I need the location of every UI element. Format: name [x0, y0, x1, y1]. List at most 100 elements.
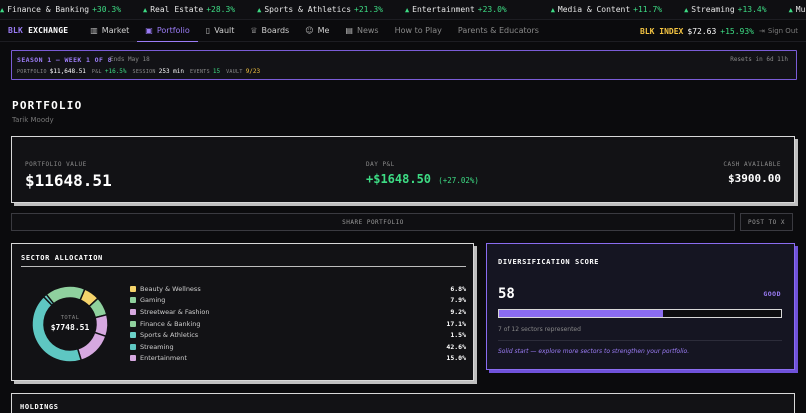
legend-label: Finance & Banking: [140, 319, 201, 328]
post-to-x-button[interactable]: POST TO X: [740, 213, 793, 231]
diversification-progress-fill: [499, 310, 663, 317]
ticker-name: Finance & Banking: [7, 5, 90, 14]
nav-how-to-play[interactable]: How to Play: [387, 20, 450, 42]
legend-swatch: [130, 285, 136, 292]
stat-pl-value: +16.5%: [104, 68, 127, 75]
legend-label: Streaming: [140, 342, 174, 351]
blk-index: BLK INDEX $72.63 +15.93%: [640, 20, 754, 42]
donut-slice-finance-banking[interactable]: [45, 285, 86, 305]
portfolio-value-block: PORTFOLIO VALUE $11648.51: [25, 161, 112, 190]
season-banner: SEASON 1 — WEEK 1 OF 8 Ends May 18 Reset…: [11, 50, 797, 80]
holdings-title: HOLDINGS: [20, 403, 59, 411]
up-arrow-icon: ▲: [550, 5, 555, 14]
portfolio-value-label: PORTFOLIO VALUE: [25, 161, 87, 168]
trophy-icon: ♕: [250, 26, 258, 35]
legend-swatch: [130, 343, 136, 350]
legend-percent: 42.6%: [446, 342, 466, 351]
season-resets: Resets in 6d 11h: [730, 56, 788, 63]
legend-label: Gaming: [140, 296, 166, 305]
nav-parents-educators[interactable]: Parents & Educators: [450, 20, 547, 42]
nav-vault[interactable]: ▯ Vault: [198, 20, 243, 42]
nav-news[interactable]: ▤ News: [337, 20, 386, 42]
ticker-item[interactable]: ▲ Media & Content +11.7%: [551, 5, 662, 14]
up-arrow-icon: ▲: [404, 5, 410, 14]
stat-events-value: 15: [212, 68, 221, 75]
nav-label: Market: [101, 26, 130, 35]
page-title: PORTFOLIO: [12, 99, 83, 112]
page-username: Tarik Moody: [12, 116, 54, 124]
nav-market[interactable]: ▥ Market: [82, 20, 137, 42]
legend-percent: 1.5%: [450, 331, 466, 340]
holdings-card: HOLDINGS: [11, 393, 795, 413]
donut-slice-entertainment[interactable]: [76, 331, 107, 362]
nav-label: Portfolio: [156, 25, 190, 35]
diversification-note: Solid start — explore more sectors to st…: [498, 348, 690, 355]
legend-label: Entertainment: [140, 354, 187, 363]
sign-out-label: Sign Out: [767, 27, 798, 35]
cash-label: CASH AVAILABLE: [723, 161, 781, 168]
ticker-item[interactable]: ▲ Sports & Athletics +21.3%: [257, 5, 383, 14]
donut-total-label: TOTAL: [60, 315, 80, 321]
stat-events-label: EVENTS: [190, 69, 210, 75]
nav-boards[interactable]: ♕ Boards: [242, 20, 297, 42]
diversification-card: DIVERSIFICATION SCORE 58 GOOD 7 of 12 se…: [486, 243, 795, 370]
ticker-change: +28.3%: [206, 5, 236, 14]
stat-session-value: 253 min: [158, 68, 185, 75]
logo-blk: BLK: [8, 26, 24, 35]
legend-swatch: [130, 320, 136, 327]
nav-items: ▥ Market ▣ Portfolio ▯ Vault ♕ Boards ☺ Me ▤ News Ho…: [82, 20, 547, 42]
nav-label: How to Play: [394, 26, 442, 35]
legend-percent: 15.0%: [446, 354, 466, 363]
legend-percent: 6.8%: [450, 284, 466, 293]
portfolio-summary-card: PORTFOLIO VALUE $11648.51 DAY P&L +$1648…: [11, 136, 795, 203]
legend-swatch: [130, 355, 136, 362]
ticker-change: +21.3%: [354, 5, 383, 14]
diversification-progress: [498, 309, 782, 318]
ticker-change: +13.4%: [737, 5, 767, 14]
briefcase-icon: ▣: [145, 25, 153, 35]
logo[interactable]: BLK EXCHANGE: [8, 26, 68, 35]
ticker-item[interactable]: ▲ Finance & Banking +30.3%: [0, 5, 121, 14]
portfolio-value: $11648.51: [25, 171, 112, 190]
sign-out-button[interactable]: ⇥ Sign Out: [759, 20, 798, 42]
ticker-item[interactable]: ▲ Streaming +13.4%: [684, 5, 766, 14]
ticker-item[interactable]: ▲Music+5.1%: [789, 5, 806, 14]
legend-swatch: [130, 297, 136, 304]
season-ends: Ends May 18: [110, 56, 150, 63]
day-pl-label: DAY P&L: [366, 161, 395, 168]
ticker-name: Media & Content: [557, 5, 631, 14]
stat-session-label: SESSION: [132, 69, 156, 75]
day-pl-block: DAY P&L +$1648.50 (+27.02%): [366, 161, 479, 186]
season-stats: PORTFOLIO $11,648.51 P&L +16.5% SESSION 253…: [17, 68, 260, 75]
legend-swatch: [130, 308, 136, 315]
ticker-change: +11.7%: [633, 5, 663, 14]
share-portfolio-button[interactable]: SHARE PORTFOLIO: [11, 213, 735, 231]
ticker-item[interactable]: ▲ Entertainment +23.0%: [405, 5, 507, 14]
nav-label: Vault: [214, 26, 235, 35]
day-pl-value: +$1648.50: [366, 172, 432, 186]
legend-item: Beauty & Wellness 6.8%: [130, 283, 466, 295]
diversification-score: 58: [498, 286, 515, 302]
ticker-change: +30.3%: [92, 5, 122, 14]
legend-item: Streaming 42.6%: [130, 341, 466, 353]
ticker-item[interactable]: ▲ Real Estate +28.3%: [143, 5, 235, 14]
stat-portfolio-value: $11,648.51: [49, 68, 86, 75]
legend-item: Finance & Banking 17.1%: [130, 318, 466, 330]
up-arrow-icon: ▲: [143, 5, 148, 14]
nav-label: News: [356, 26, 379, 35]
nav-portfolio[interactable]: ▣ Portfolio: [137, 20, 198, 42]
newspaper-icon: ▤: [345, 26, 353, 35]
nav-me[interactable]: ☺ Me: [297, 20, 337, 42]
donut-total-value: $7748.51: [50, 323, 90, 332]
top-nav: BLK EXCHANGE ▥ Market ▣ Portfolio ▯ Vault ♕ Boa…: [0, 20, 806, 42]
cash-block: CASH AVAILABLE $3900.00: [723, 161, 781, 185]
up-arrow-icon: ▲: [257, 5, 262, 14]
stat-portfolio-label: PORTFOLIO: [17, 69, 47, 75]
diversification-rating: GOOD: [763, 290, 781, 298]
ticker-name: Entertainment: [412, 5, 475, 14]
ticker-name: Sports & Athletics: [264, 5, 352, 14]
sector-divider: [21, 266, 466, 267]
season-title: SEASON 1 — WEEK 1 OF 8: [17, 56, 112, 64]
diversification-title: DIVERSIFICATION SCORE: [498, 258, 600, 266]
up-arrow-icon: ▲: [788, 5, 793, 14]
